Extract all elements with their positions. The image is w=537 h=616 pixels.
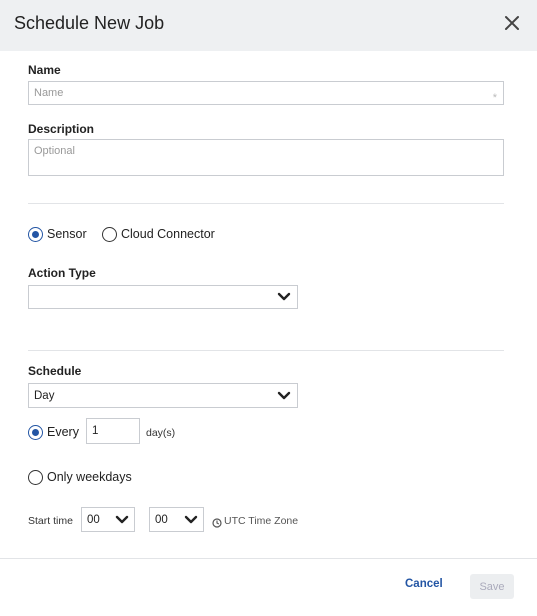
- sensor-radio-label[interactable]: Sensor: [47, 227, 87, 241]
- name-input[interactable]: Name: [28, 81, 504, 109]
- schedule-frequency-value: Day: [34, 389, 55, 402]
- start-hour-value: 00: [87, 513, 100, 526]
- name-placeholder: Name: [34, 87, 64, 99]
- divider: [28, 203, 504, 204]
- chevron-down-icon: [271, 286, 297, 308]
- start-hour-select[interactable]: 00: [81, 507, 135, 532]
- dialog-header: Schedule New Job: [0, 0, 537, 51]
- sensor-radio[interactable]: [28, 227, 43, 242]
- start-minute-select[interactable]: 00: [149, 507, 204, 532]
- start-time-label: Start time: [28, 515, 73, 527]
- dialog-title: Schedule New Job: [14, 13, 165, 33]
- cloud-connector-radio-label[interactable]: Cloud Connector: [121, 227, 215, 241]
- action-type-select[interactable]: [28, 285, 298, 309]
- chevron-down-icon: [110, 508, 134, 531]
- description-placeholder: Optional: [34, 145, 75, 157]
- cloud-connector-radio[interactable]: [102, 227, 117, 242]
- action-type-label: Action Type: [28, 266, 96, 280]
- schedule-frequency-select[interactable]: Day: [28, 383, 298, 408]
- name-label: Name: [28, 63, 61, 77]
- start-minute-value: 00: [155, 513, 168, 526]
- every-interval-input[interactable]: 1: [86, 418, 140, 444]
- only-weekdays-radio[interactable]: [28, 470, 43, 485]
- save-button[interactable]: Save: [470, 574, 514, 599]
- footer-divider: [0, 558, 537, 559]
- every-unit-label: day(s): [146, 427, 176, 439]
- timezone-label: UTC Time Zone: [224, 515, 299, 527]
- every-radio-label[interactable]: Every: [47, 425, 79, 439]
- clock-icon: [212, 515, 222, 528]
- divider: [28, 350, 504, 351]
- close-icon[interactable]: [503, 14, 521, 32]
- chevron-down-icon: [179, 508, 203, 531]
- description-textarea[interactable]: Optional: [28, 139, 504, 176]
- every-radio[interactable]: [28, 425, 43, 440]
- only-weekdays-label[interactable]: Only weekdays: [47, 470, 132, 484]
- every-interval-value: 1: [92, 425, 99, 437]
- schedule-label: Schedule: [28, 364, 82, 378]
- description-label: Description: [28, 122, 95, 136]
- chevron-down-icon: [271, 384, 297, 407]
- cancel-button[interactable]: Cancel: [405, 578, 443, 590]
